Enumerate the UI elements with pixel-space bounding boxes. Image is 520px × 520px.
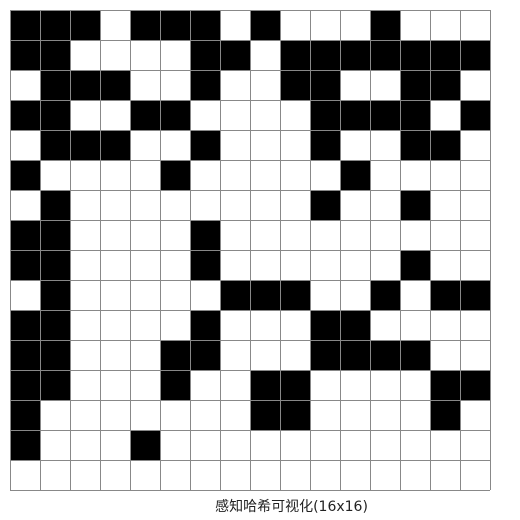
hash-cell-on	[130, 10, 160, 40]
hash-cell-on	[310, 310, 340, 340]
hash-cell-on	[310, 40, 340, 70]
hash-cell-on	[160, 370, 190, 400]
hash-cell-on	[130, 100, 160, 130]
hash-cell-on	[190, 40, 220, 70]
hash-cell-on	[190, 340, 220, 370]
hash-cell-on	[400, 70, 430, 100]
hash-cell-on	[40, 250, 70, 280]
hash-cell-on	[340, 100, 370, 130]
hash-cell-on	[10, 100, 40, 130]
hash-cell-on	[70, 10, 100, 40]
hash-cell-on	[190, 10, 220, 40]
hash-cell-on	[430, 280, 460, 310]
hash-cell-on	[100, 130, 130, 160]
hash-cell-on	[160, 160, 190, 190]
hash-cell-on	[310, 340, 340, 370]
hash-cell-on	[460, 280, 490, 310]
hash-cell-on	[220, 280, 250, 310]
hash-cell-on	[40, 70, 70, 100]
hash-cell-on	[250, 280, 280, 310]
hash-cell-on	[310, 70, 340, 100]
hash-cell-on	[460, 100, 490, 130]
hash-cell-on	[40, 370, 70, 400]
hash-cell-on	[310, 100, 340, 130]
hash-cell-on	[460, 370, 490, 400]
caption: 感知哈希可视化(16x16)	[215, 499, 368, 515]
hash-cell-on	[310, 130, 340, 160]
hash-cell-on	[280, 70, 310, 100]
hash-cell-on	[70, 130, 100, 160]
hash-cell-on	[280, 280, 310, 310]
hash-cell-on	[40, 130, 70, 160]
hash-cell-on	[10, 370, 40, 400]
hash-cell-on	[220, 40, 250, 70]
hash-cell-on	[460, 40, 490, 70]
hash-cell-on	[40, 40, 70, 70]
hash-cell-on	[280, 400, 310, 430]
hash-cell-on	[400, 190, 430, 220]
hash-cell-on	[40, 10, 70, 40]
hash-cell-on	[370, 100, 400, 130]
hash-cell-on	[160, 10, 190, 40]
hash-cell-on	[40, 100, 70, 130]
hash-cell-on	[10, 430, 40, 460]
hash-cell-on	[190, 250, 220, 280]
hash-cell-on	[250, 370, 280, 400]
hash-cell-on	[10, 310, 40, 340]
hash-cell-on	[280, 40, 310, 70]
hash-cell-on	[70, 70, 100, 100]
hash-cell-on	[400, 40, 430, 70]
hash-cell-on	[190, 130, 220, 160]
hash-cell-on	[250, 10, 280, 40]
hash-cell-on	[430, 400, 460, 430]
hash-cell-on	[310, 190, 340, 220]
hash-cell-on	[190, 310, 220, 340]
hash-cell-on	[400, 340, 430, 370]
hash-cell-on	[10, 340, 40, 370]
hash-cell-on	[130, 430, 160, 460]
hash-cell-on	[160, 100, 190, 130]
hash-cell-on	[10, 40, 40, 70]
hash-visualization: 感知哈希可视化(16x16)	[0, 0, 520, 520]
hash-cell-on	[430, 130, 460, 160]
hash-cell-on	[370, 280, 400, 310]
hash-cell-on	[430, 370, 460, 400]
hash-cell-on	[10, 220, 40, 250]
hash-cell-on	[340, 340, 370, 370]
hash-cell-on	[10, 10, 40, 40]
hash-cell-on	[100, 70, 130, 100]
hash-cell-on	[40, 190, 70, 220]
hash-cell-on	[10, 250, 40, 280]
hash-cell-on	[280, 370, 310, 400]
hash-cell-on	[340, 160, 370, 190]
hash-cell-on	[40, 280, 70, 310]
hash-cell-on	[40, 340, 70, 370]
hash-cell-on	[400, 250, 430, 280]
hash-cell-on	[430, 40, 460, 70]
hash-cell-on	[40, 220, 70, 250]
hash-grid	[10, 10, 491, 491]
hash-cell-on	[10, 160, 40, 190]
hash-cell-on	[40, 310, 70, 340]
hash-cell-on	[10, 400, 40, 430]
hash-cell-on	[160, 340, 190, 370]
hash-cell-on	[370, 40, 400, 70]
hash-cell-on	[190, 220, 220, 250]
hash-cell-on	[340, 310, 370, 340]
hash-cell-on	[400, 130, 430, 160]
hash-cell-on	[340, 40, 370, 70]
hash-cell-on	[370, 340, 400, 370]
hash-cell-on	[250, 400, 280, 430]
hash-cell-on	[190, 70, 220, 100]
hash-cell-on	[430, 70, 460, 100]
hash-cell-on	[400, 100, 430, 130]
hash-cell-on	[370, 10, 400, 40]
